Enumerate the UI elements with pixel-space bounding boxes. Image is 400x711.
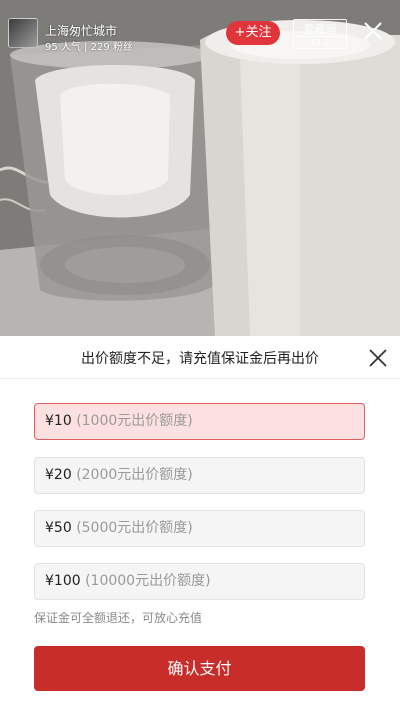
- option-desc: (1000元出价额度): [76, 413, 193, 429]
- host-avatar[interactable]: [8, 18, 38, 48]
- recharge-sheet: 出价额度不足，请充值保证金后再出价 ¥10 (1000元出价额度) ¥20 (2…: [0, 336, 400, 711]
- brand-watermark: 爱藏网 ID:2: [293, 19, 347, 49]
- close-icon[interactable]: [362, 20, 384, 42]
- deposit-option-50[interactable]: ¥50 (5000元出价额度): [34, 510, 365, 547]
- close-icon[interactable]: [368, 348, 388, 368]
- option-amount: ¥50: [45, 520, 72, 536]
- confirm-pay-button[interactable]: 确认支付: [34, 646, 365, 691]
- host-stats: 95 人气 | 229 粉丝: [45, 42, 133, 53]
- deposit-option-100[interactable]: ¥100 (10000元出价额度): [34, 563, 365, 600]
- follow-button[interactable]: +关注: [226, 21, 280, 45]
- option-desc: (5000元出价额度): [76, 520, 193, 536]
- option-amount: ¥10: [45, 413, 72, 429]
- refund-note: 保证金可全额退还，可放心充值: [34, 611, 203, 625]
- deposit-option-20[interactable]: ¥20 (2000元出价额度): [34, 457, 365, 494]
- option-amount: ¥100: [45, 573, 81, 589]
- host-name: 上海匆忙城市: [45, 24, 118, 38]
- room-id: ID:2: [294, 36, 346, 49]
- deposit-option-10[interactable]: ¥10 (1000元出价额度): [34, 403, 365, 440]
- sheet-title: 出价额度不足，请充值保证金后再出价: [81, 351, 319, 367]
- option-desc: (2000元出价额度): [76, 467, 193, 483]
- option-desc: (10000元出价额度): [85, 573, 211, 589]
- sheet-header: 出价额度不足，请充值保证金后再出价: [0, 336, 400, 379]
- option-amount: ¥20: [45, 467, 72, 483]
- brand-logo-icon: 爱藏网: [303, 23, 337, 36]
- live-video: 上海匆忙城市 95 人气 | 229 粉丝 +关注 爱藏网 ID:2: [0, 0, 400, 336]
